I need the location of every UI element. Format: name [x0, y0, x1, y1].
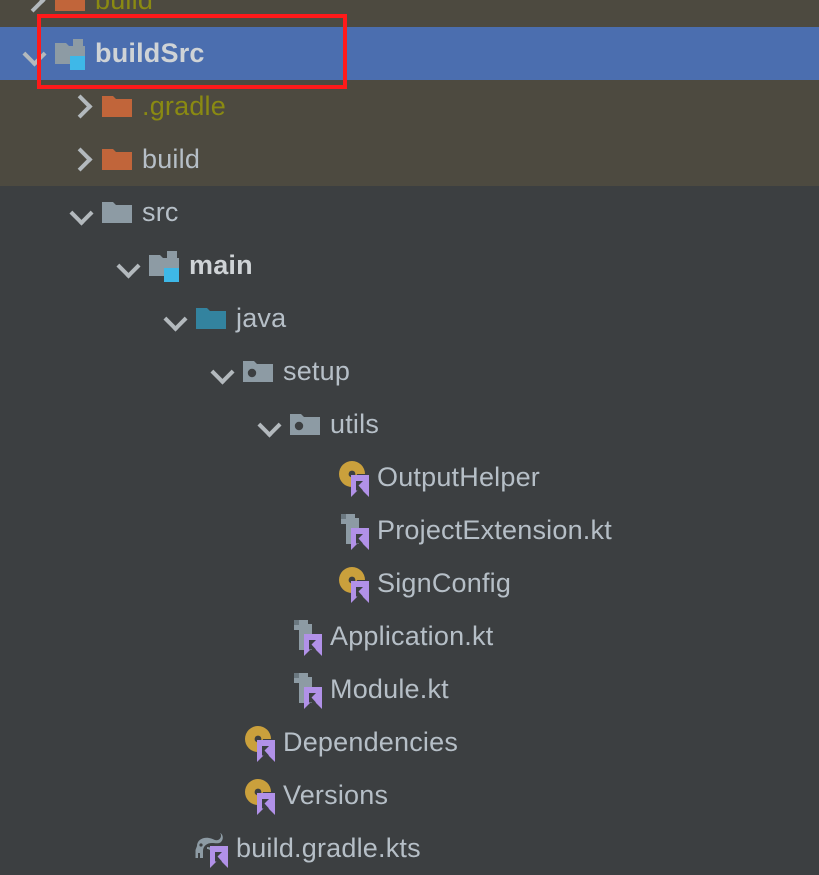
tree-row-label: main: [189, 250, 253, 280]
module-folder-icon: [53, 33, 91, 75]
kotlin-file-icon: [288, 669, 326, 711]
chevron-down-icon[interactable]: [111, 239, 147, 292]
chevron-placeholder: [299, 504, 335, 557]
project-tree-panel: build buildSrc .gradle build src main java setu…: [0, 0, 819, 875]
kotlin-object-icon: [335, 563, 373, 605]
tree-row[interactable]: Dependencies: [0, 716, 819, 769]
chevron-down-icon[interactable]: [64, 186, 100, 239]
tree-row[interactable]: java: [0, 292, 819, 345]
tree-row-label: Versions: [283, 780, 389, 810]
tree-row[interactable]: SignConfig: [0, 557, 819, 610]
tree-row[interactable]: OutputHelper: [0, 451, 819, 504]
tree-row-label: SignConfig: [377, 568, 512, 598]
tree-row-label: build: [95, 0, 154, 15]
chevron-placeholder: [158, 822, 194, 875]
tree-row[interactable]: Versions: [0, 769, 819, 822]
chevron-down-icon[interactable]: [205, 345, 241, 398]
chevron-placeholder: [252, 610, 288, 663]
module-folder-icon: [147, 245, 185, 287]
tree-row-label: Module.kt: [330, 674, 449, 704]
tree-row[interactable]: buildSrc: [0, 27, 819, 80]
tree-row[interactable]: setup: [0, 345, 819, 398]
tree-row-label: build.gradle.kts: [236, 833, 421, 863]
tree-row[interactable]: src: [0, 186, 819, 239]
tree-row[interactable]: build: [0, 0, 819, 27]
orange-folder-icon: [100, 139, 138, 181]
kotlin-file-icon: [288, 616, 326, 658]
chevron-down-icon[interactable]: [158, 292, 194, 345]
tree-row-label: java: [236, 303, 287, 333]
tree-row-label: Dependencies: [283, 727, 459, 757]
chevron-placeholder: [205, 716, 241, 769]
tree-row[interactable]: Application.kt: [0, 610, 819, 663]
tree-row[interactable]: ProjectExtension.kt: [0, 504, 819, 557]
gray-folder-icon: [100, 192, 138, 234]
source-root-folder-icon: [194, 298, 232, 340]
tree-row[interactable]: build.gradle.kts: [0, 822, 819, 875]
chevron-down-icon[interactable]: [17, 27, 53, 80]
kotlin-object-icon: [335, 457, 373, 499]
package-folder-icon: [288, 404, 326, 446]
tree-row[interactable]: utils: [0, 398, 819, 451]
tree-row-label: .gradle: [142, 91, 226, 121]
chevron-placeholder: [299, 451, 335, 504]
tree-row-label: ProjectExtension.kt: [377, 515, 612, 545]
orange-folder-icon: [53, 0, 91, 22]
tree-row-label: OutputHelper: [377, 462, 540, 492]
chevron-placeholder: [205, 769, 241, 822]
chevron-right-icon[interactable]: [17, 0, 53, 27]
chevron-right-icon[interactable]: [64, 133, 100, 186]
tree-row-label: build: [142, 144, 201, 174]
chevron-placeholder: [299, 557, 335, 610]
orange-folder-icon: [100, 86, 138, 128]
tree-row-label: utils: [330, 409, 380, 439]
chevron-right-icon[interactable]: [64, 80, 100, 133]
tree-row[interactable]: build: [0, 133, 819, 186]
tree-row[interactable]: .gradle: [0, 80, 819, 133]
gradle-kts-icon: [194, 828, 232, 870]
tree-row[interactable]: main: [0, 239, 819, 292]
kotlin-file-icon: [335, 510, 373, 552]
kotlin-object-icon: [241, 775, 279, 817]
package-folder-icon: [241, 351, 279, 393]
tree-row[interactable]: Module.kt: [0, 663, 819, 716]
tree-row-label: buildSrc: [95, 38, 205, 68]
tree-row-label: setup: [283, 356, 351, 386]
chevron-placeholder: [252, 663, 288, 716]
chevron-down-icon[interactable]: [252, 398, 288, 451]
kotlin-object-icon: [241, 722, 279, 764]
tree-row-label: Application.kt: [330, 621, 494, 651]
tree-row-label: src: [142, 197, 179, 227]
